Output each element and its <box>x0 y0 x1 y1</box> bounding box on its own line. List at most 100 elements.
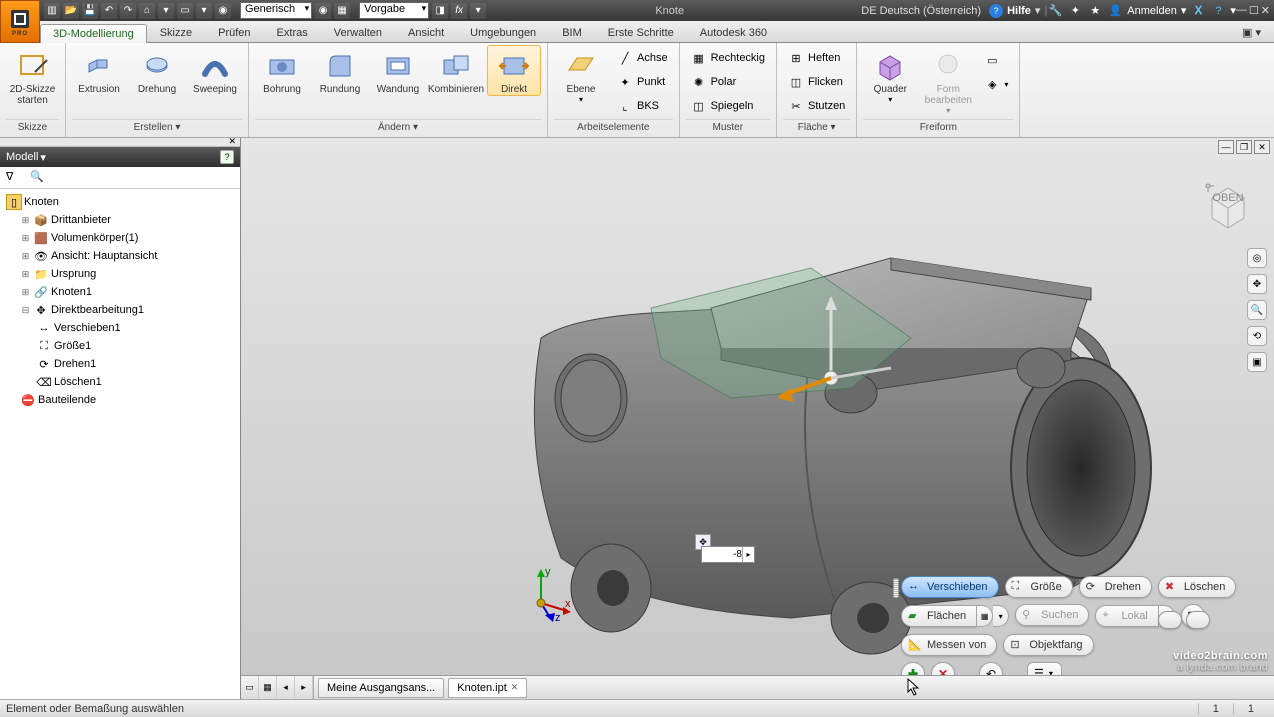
delete-mode-button[interactable]: ✖Löschen <box>1158 576 1237 598</box>
osnap-button[interactable]: ⊡Objektfang <box>1003 634 1093 656</box>
tree-node[interactable]: ⊞📦Drittanbieter <box>2 211 238 229</box>
nav-zoom-icon[interactable]: 🔍 <box>1247 300 1267 320</box>
tree-node[interactable]: ⊞👁Ansicht: Hauptansicht <box>2 247 238 265</box>
tree-node[interactable]: ⊞🔗Knoten1 <box>2 283 238 301</box>
open-icon[interactable]: 📂 <box>63 3 79 19</box>
tree-subnode[interactable]: ⟳Drehen1 <box>2 355 238 373</box>
locale-label[interactable]: DE Deutsch (Österreich) <box>861 5 981 17</box>
tabview-2-icon[interactable]: ▦ <box>259 676 277 699</box>
patch-button[interactable]: ◫Flicken <box>783 71 850 93</box>
user-icon[interactable]: 👤 <box>1107 3 1123 19</box>
mdi-minimize-button[interactable]: — <box>1218 140 1234 154</box>
fx-icon[interactable]: fx <box>451 3 467 19</box>
fillet-button[interactable]: Rundung <box>313 45 367 96</box>
nav-orbit-icon[interactable]: ⟲ <box>1247 326 1267 346</box>
trim-button[interactable]: ✂Stutzen <box>783 95 850 117</box>
freeform-opt1-icon[interactable]: ▭ <box>979 49 1013 71</box>
qat-overflow-icon[interactable]: ▾ <box>470 3 486 19</box>
tool2-icon[interactable]: ✦ <box>1067 3 1083 19</box>
tabview-1-icon[interactable]: ▭ <box>241 676 259 699</box>
tab-inspect[interactable]: Prüfen <box>205 23 263 42</box>
graphics-viewport[interactable]: — ❐ ✕ OBEN ◎ ✥ 🔍 ⟲ ▣ <box>241 138 1274 699</box>
tab-tools[interactable]: Extras <box>264 23 321 42</box>
tool1-icon[interactable]: 🔧 <box>1047 3 1063 19</box>
hole-button[interactable]: Bohrung <box>255 45 309 96</box>
freeform-opt2-icon[interactable]: ◈▾ <box>979 73 1013 95</box>
expand-icon[interactable]: ⊞ <box>20 215 31 226</box>
tree-node[interactable]: ⊟✥Direktbearbeitung1 <box>2 301 238 319</box>
adjust-icon[interactable]: ◨ <box>432 3 448 19</box>
tab-getstarted[interactable]: Erste Schritte <box>595 23 687 42</box>
panel-caption-surface[interactable]: Fläche ▾ <box>783 119 850 137</box>
hud-button-2[interactable] <box>1186 611 1210 629</box>
find-icon[interactable]: 🔍 <box>30 170 46 186</box>
shell-button[interactable]: Wandung <box>371 45 425 96</box>
tab-next-icon[interactable]: ▸ <box>295 676 313 699</box>
search-button[interactable]: ⚲Suchen <box>1015 604 1089 626</box>
tree-end[interactable]: ⛔Bauteilende <box>2 391 238 409</box>
expand-icon[interactable]: ⊞ <box>20 287 31 298</box>
help-label[interactable]: Hilfe <box>1007 5 1031 17</box>
favorite-icon[interactable]: ★ <box>1087 3 1103 19</box>
tree-node[interactable]: ⊞🟫Volumenkörper(1) <box>2 229 238 247</box>
material-combo[interactable]: Generisch <box>240 2 312 19</box>
axis-button[interactable]: ╱Achse <box>612 47 673 69</box>
tree-subnode[interactable]: ⌫Löschen1 <box>2 373 238 391</box>
doc-tab-close-icon[interactable]: ✕ <box>511 682 519 693</box>
edit-form-button[interactable]: Form bearbeiten▾ <box>921 45 975 116</box>
point-button[interactable]: ✦Punkt <box>612 71 673 93</box>
view-cube[interactable]: OBEN <box>1200 178 1256 234</box>
appearance-browser-icon[interactable]: ▦ <box>334 3 350 19</box>
signin-label[interactable]: Anmelden <box>1127 5 1177 17</box>
sweep-button[interactable]: Sweeping <box>188 45 242 96</box>
help-icon[interactable]: ? <box>989 4 1003 18</box>
rotate-mode-button[interactable]: ⟳Drehen <box>1079 576 1152 598</box>
faces-dd-icon[interactable]: ▾ <box>993 605 1009 627</box>
stitch-button[interactable]: ⊞Heften <box>783 47 850 69</box>
doc-tab-home[interactable]: Meine Ausgangsans... <box>318 678 444 698</box>
tab-prev-icon[interactable]: ◂ <box>277 676 295 699</box>
extrude-button[interactable]: Extrusion <box>72 45 126 96</box>
minitoolbar-grip[interactable] <box>893 578 899 598</box>
mirror-button[interactable]: ◫Spiegeln <box>686 95 770 117</box>
tab-view[interactable]: Ansicht <box>395 23 457 42</box>
appearance-swatch-icon[interactable]: ◉ <box>315 3 331 19</box>
filter-mode-dd-icon[interactable]: ▦ <box>977 605 993 627</box>
size-mode-button[interactable]: ⛶Größe <box>1005 576 1073 598</box>
minimize-button[interactable]: — <box>1236 4 1247 17</box>
measure-from-button[interactable]: 📐Messen von <box>901 634 997 656</box>
select-dd-icon[interactable]: ▾ <box>196 3 212 19</box>
panel-caption-modify[interactable]: Ändern ▾ <box>255 119 541 137</box>
filter-icon[interactable]: ∇ <box>6 170 22 186</box>
move-mode-button[interactable]: ↔Verschieben <box>901 576 999 598</box>
tree-root[interactable]: ▯Knoten <box>2 193 238 211</box>
expand-icon[interactable]: ⊞ <box>20 251 31 262</box>
direct-edit-button[interactable]: Direkt <box>487 45 541 96</box>
rect-pattern-button[interactable]: ▦Rechteckig <box>686 47 770 69</box>
ribbon-collapse-icon[interactable]: ▣ ▾ <box>1229 22 1274 42</box>
browser-close-icon[interactable]: ✕ <box>228 136 236 147</box>
hud-button-1[interactable] <box>1158 611 1182 629</box>
faces-filter-button[interactable]: ▰Flächen <box>901 605 977 627</box>
panel-caption-create[interactable]: Erstellen ▾ <box>72 119 242 137</box>
application-menu-button[interactable]: PRO <box>0 0 40 43</box>
maximize-button[interactable]: ☐ <box>1249 4 1259 17</box>
doc-tab-current[interactable]: Knoten.ipt✕ <box>448 678 527 698</box>
tree-subnode[interactable]: ↔Verschieben1 <box>2 319 238 337</box>
distance-input[interactable] <box>702 547 742 562</box>
infocenter-help-icon[interactable]: ? <box>1210 3 1226 19</box>
revolve-button[interactable]: Drehung <box>130 45 184 96</box>
exchange-icon[interactable]: Ⅹ <box>1190 3 1206 19</box>
mdi-close-button[interactable]: ✕ <box>1254 140 1270 154</box>
tree-subnode[interactable]: ⛶Größe1 <box>2 337 238 355</box>
new-icon[interactable]: ▥ <box>44 3 60 19</box>
plane-button[interactable]: Ebene▾ <box>554 45 608 105</box>
tree-node[interactable]: ⊞📁Ursprung <box>2 265 238 283</box>
home-dd-icon[interactable]: ▾ <box>158 3 174 19</box>
nav-lookat-icon[interactable]: ▣ <box>1247 352 1267 372</box>
expand-icon[interactable]: ⊞ <box>20 233 31 244</box>
combine-button[interactable]: Kombinieren <box>429 45 483 96</box>
collapse-icon[interactable]: ⊟ <box>20 305 31 316</box>
expand-icon[interactable]: ⊞ <box>20 269 31 280</box>
nav-wheel-icon[interactable]: ◎ <box>1247 248 1267 268</box>
